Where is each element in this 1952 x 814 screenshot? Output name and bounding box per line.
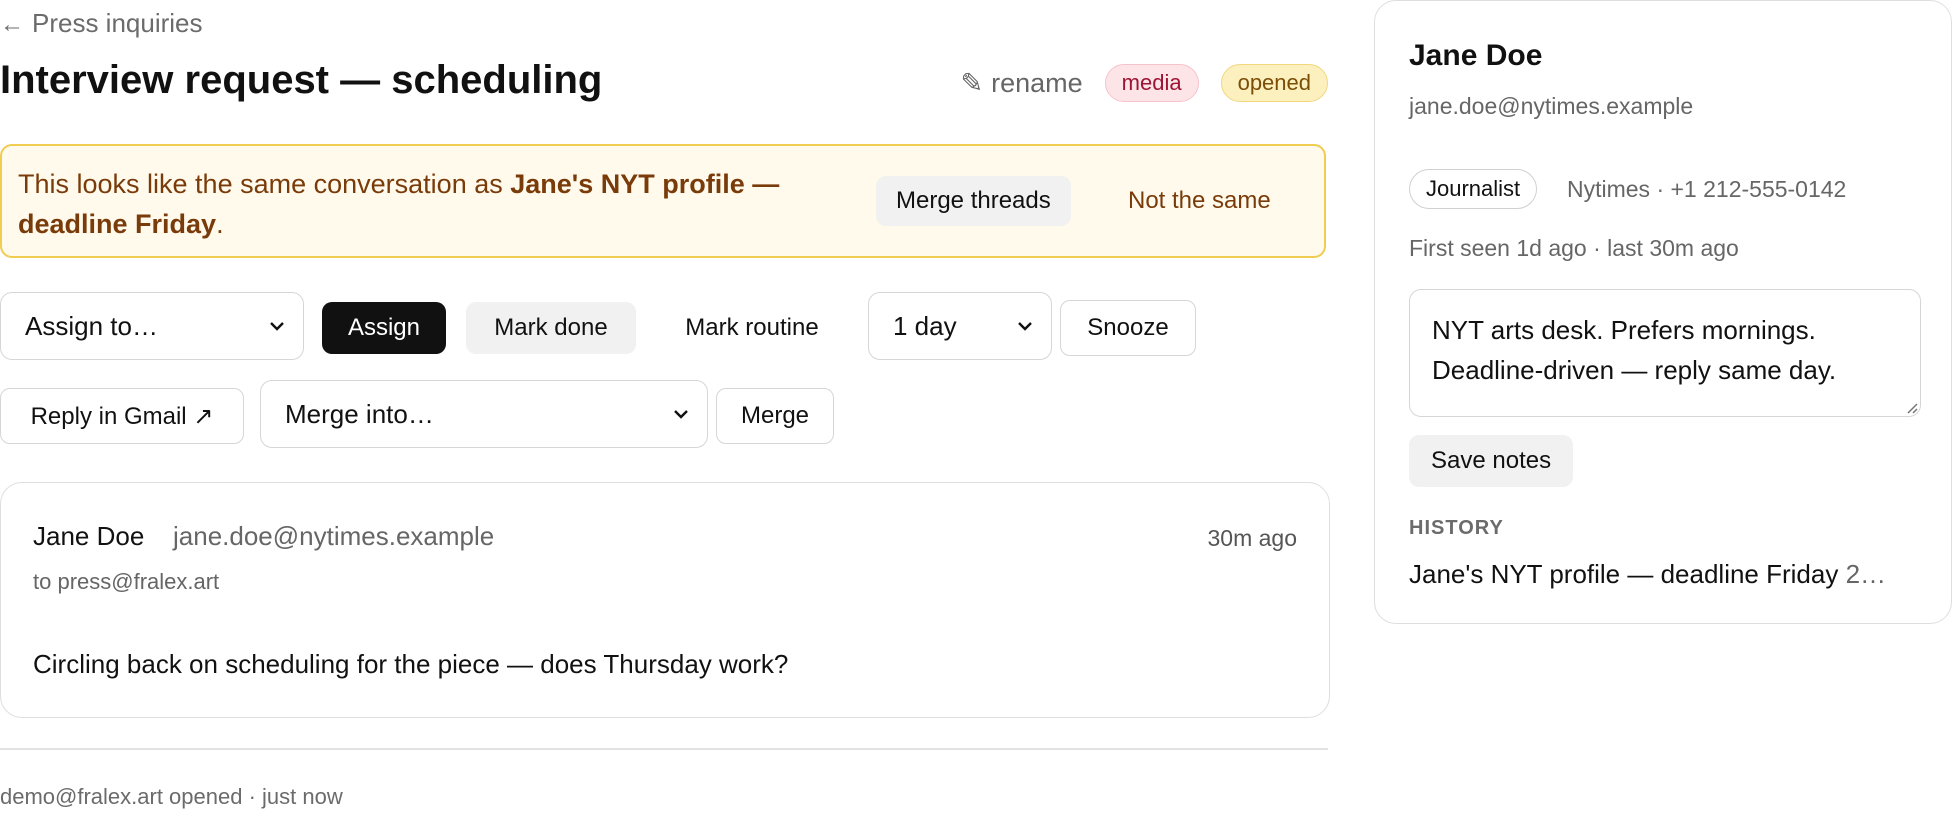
history-item-title: Jane's NYT profile — deadline Friday — [1409, 559, 1839, 589]
assign-button[interactable]: Assign — [322, 302, 446, 354]
contact-email: jane.doe@nytimes.example — [1409, 93, 1694, 119]
not-the-same-button[interactable]: Not the same — [1112, 176, 1287, 226]
save-notes-button[interactable]: Save notes — [1409, 435, 1574, 487]
chevron-down-icon — [1018, 322, 1032, 331]
chevron-down-icon — [674, 410, 688, 419]
rename-label: rename — [991, 67, 1083, 98]
activity-log: demo@fralex.art opened · just now — [0, 784, 343, 809]
history-item[interactable]: Jane's NYT profile — deadline Friday 2… — [1409, 559, 1919, 590]
merge-into-select[interactable]: Merge into… — [260, 380, 708, 448]
merge-button[interactable]: Merge — [716, 388, 834, 444]
notes-line: Deadline-driven — reply same day. — [1432, 355, 1837, 385]
snooze-button[interactable]: Snooze — [1060, 300, 1196, 356]
message-timestamp: 30m ago — [1207, 525, 1297, 551]
merge-select-value: Merge into… — [285, 398, 434, 429]
reply-in-gmail-button[interactable]: Reply in Gmail ↗ — [0, 388, 244, 444]
contact-role-badge: Journalist — [1409, 169, 1538, 209]
resize-handle-icon[interactable] — [1904, 400, 1918, 414]
merge-threads-button[interactable]: Merge threads — [876, 176, 1071, 226]
left-arrow-icon: ← — [0, 11, 24, 38]
contact-name: Jane Doe — [1409, 39, 1543, 72]
assign-select-value: Assign to… — [25, 310, 158, 341]
contact-seen: First seen 1d ago · last 30m ago — [1409, 235, 1739, 261]
history-heading: HISTORY — [1409, 517, 1504, 539]
title-actions: ✎ rename media opened — [960, 64, 1328, 102]
snooze-duration-select[interactable]: 1 day — [868, 292, 1052, 360]
history-item-meta: 2… — [1845, 559, 1887, 589]
chevron-down-icon — [270, 322, 284, 331]
divider — [0, 748, 1328, 750]
thread-title: Interview request — scheduling — [0, 58, 603, 102]
assign-select[interactable]: Assign to… — [0, 292, 304, 360]
message-recipient: to press@fralex.art — [33, 569, 220, 594]
message-card: Jane Doe jane.doe@nytimes.example 30m ag… — [0, 482, 1330, 718]
contact-panel: Jane Doe jane.doe@nytimes.example Journa… — [1374, 0, 1952, 624]
notes-line: NYT arts desk. Prefers mornings. — [1432, 315, 1816, 345]
tag-media: media — [1104, 64, 1199, 102]
duplicate-banner: This looks like the same conversation as… — [0, 144, 1326, 258]
message-body: Circling back on scheduling for the piec… — [33, 649, 789, 679]
snooze-select-value: 1 day — [893, 310, 957, 341]
back-link[interactable]: ← Press inquiries — [0, 8, 203, 39]
banner-message: This looks like the same conversation as… — [18, 164, 868, 244]
pencil-icon: ✎ — [960, 67, 984, 98]
mark-done-button[interactable]: Mark done — [466, 302, 636, 354]
message-sender-email: jane.doe@nytimes.example — [173, 521, 495, 551]
rename-button[interactable]: ✎ rename — [960, 68, 1082, 99]
mark-routine-button[interactable]: Mark routine — [660, 302, 844, 354]
message-sender-name: Jane Doe — [33, 521, 145, 551]
back-label: Press inquiries — [32, 8, 203, 38]
banner-prefix: This looks like the same conversation as — [18, 169, 511, 199]
contact-org-phone: Nytimes · +1 212-555-0142 — [1567, 176, 1847, 202]
contact-notes-textarea[interactable]: NYT arts desk. Prefers mornings. Deadlin… — [1409, 289, 1921, 417]
tag-opened: opened — [1220, 64, 1328, 102]
banner-suffix: . — [216, 209, 224, 239]
